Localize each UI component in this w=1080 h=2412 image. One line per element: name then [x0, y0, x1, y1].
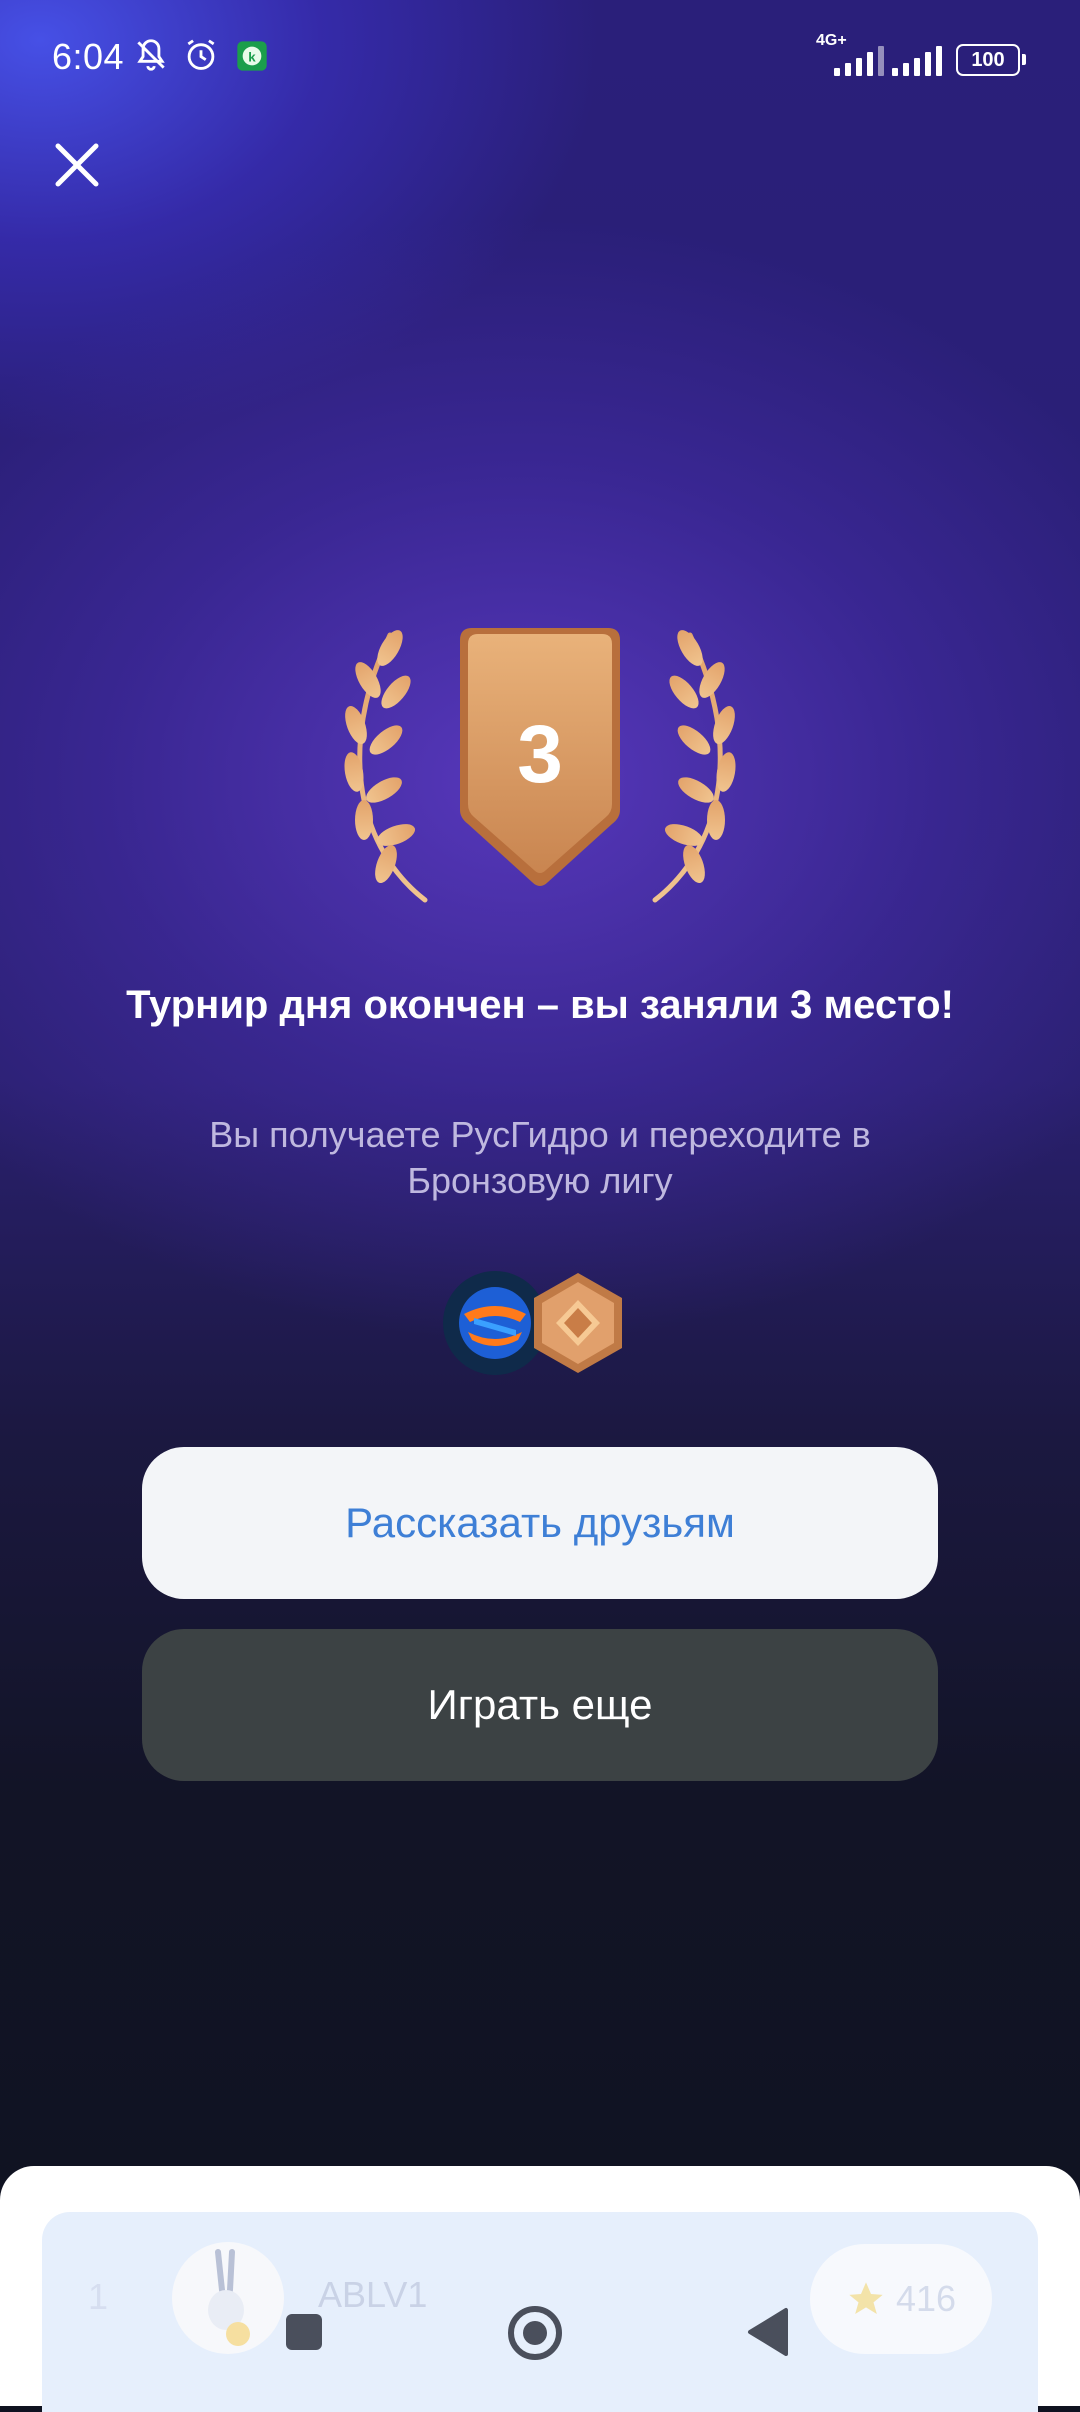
- result-subtitle: Вы получаете РусГидро и переходите в Бро…: [209, 1114, 871, 1201]
- status-time: 6:04: [52, 36, 125, 77]
- medal-place: 3: [517, 709, 563, 800]
- alarm-icon: [187, 39, 215, 70]
- status-bar: 6:04 k 4G+ 100: [0, 0, 1080, 110]
- status-right: 4G+ 100: [816, 32, 1026, 76]
- close-icon[interactable]: [52, 140, 102, 190]
- back-triangle-icon[interactable]: [746, 2306, 792, 2358]
- share-with-friends-button[interactable]: Рассказать друзьям: [142, 1447, 938, 1599]
- play-again-button[interactable]: Играть еще: [142, 1629, 938, 1781]
- system-navigation-bar: [0, 2280, 1080, 2400]
- result-title: Турнир дня окончен – вы заняли 3 место!: [126, 983, 954, 1027]
- home-circle-icon[interactable]: [506, 2304, 564, 2362]
- bronze-league-icon: [534, 1273, 622, 1373]
- bell-muted-icon: [137, 39, 165, 71]
- laurel-left-icon: [344, 630, 428, 903]
- company-logo-icon: [443, 1271, 547, 1375]
- laurel-right-icon: [652, 630, 736, 903]
- battery-level: 100: [971, 48, 1005, 71]
- medal-badge: 3: [344, 628, 736, 903]
- signal-icon: [892, 46, 942, 76]
- recents-square-icon[interactable]: [282, 2310, 326, 2354]
- svg-text:k: k: [248, 49, 256, 64]
- reward-icons: [443, 1271, 622, 1375]
- app-k-icon: k: [237, 41, 267, 71]
- battery-icon: 100: [956, 44, 1026, 76]
- signal-icon: 4G+: [816, 32, 884, 76]
